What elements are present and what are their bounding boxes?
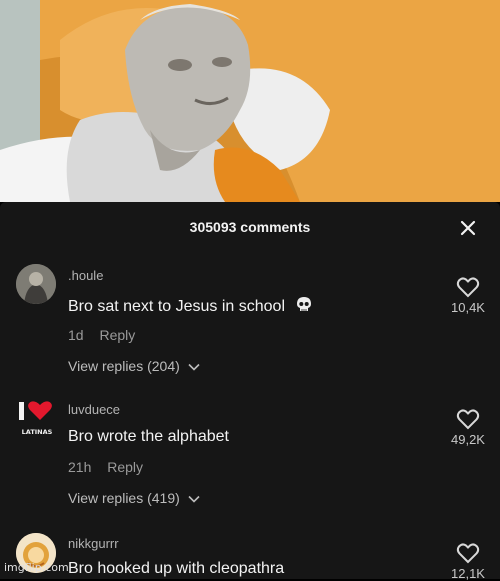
comment-meta: 1d Reply [68,327,135,343]
elderly-person-photo [0,0,500,202]
i-love-latinas-logo: LATINAS [16,398,58,440]
view-replies-label: View replies (204) [68,358,180,374]
heart-icon [456,409,480,430]
view-replies-button[interactable]: View replies (204) [68,358,200,374]
comment-text: Bro wrote the alphabet [68,428,229,445]
reply-button[interactable]: Reply [107,459,143,475]
comment-meta: 21h Reply [68,459,143,475]
close-icon [460,220,476,236]
like-count: 49,2K [451,432,485,447]
avatar[interactable] [16,264,56,304]
comment-text-body: Bro sat next to Jesus in school [68,298,285,315]
post-photo [0,0,500,202]
chevron-down-icon [188,496,200,503]
like-count: 10,4K [451,300,485,315]
comments-count-title: 305093 comments [189,219,311,235]
comment-time: 1d [68,327,84,343]
view-replies-button[interactable]: View replies (419) [68,490,200,506]
skull-icon [297,297,312,311]
watermark: imgflip.com [4,561,69,574]
avatar-logo-text: LATINAS [22,428,53,436]
comment-time: 21h [68,459,92,475]
close-button[interactable] [458,218,478,238]
heart-icon [456,277,480,298]
chevron-down-icon [188,364,200,371]
like-button[interactable]: 49,2K [443,408,493,447]
avatar[interactable]: LATINAS [16,398,58,440]
like-button[interactable]: 12,1K [443,542,493,581]
comment-text: Bro hooked up with cleopathra [68,560,285,577]
reply-button[interactable]: Reply [99,327,135,343]
comment-username[interactable]: nikkgurrr [68,536,119,551]
avatar-image [16,264,56,304]
comment-username[interactable]: luvduece [68,402,120,417]
view-replies-label: View replies (419) [68,490,180,506]
comment-username[interactable]: .houle [68,268,103,283]
like-button[interactable]: 10,4K [443,276,493,315]
comment-text: Bro sat next to Jesus in school [68,296,313,316]
heart-icon [456,543,480,564]
comments-panel [0,202,500,579]
